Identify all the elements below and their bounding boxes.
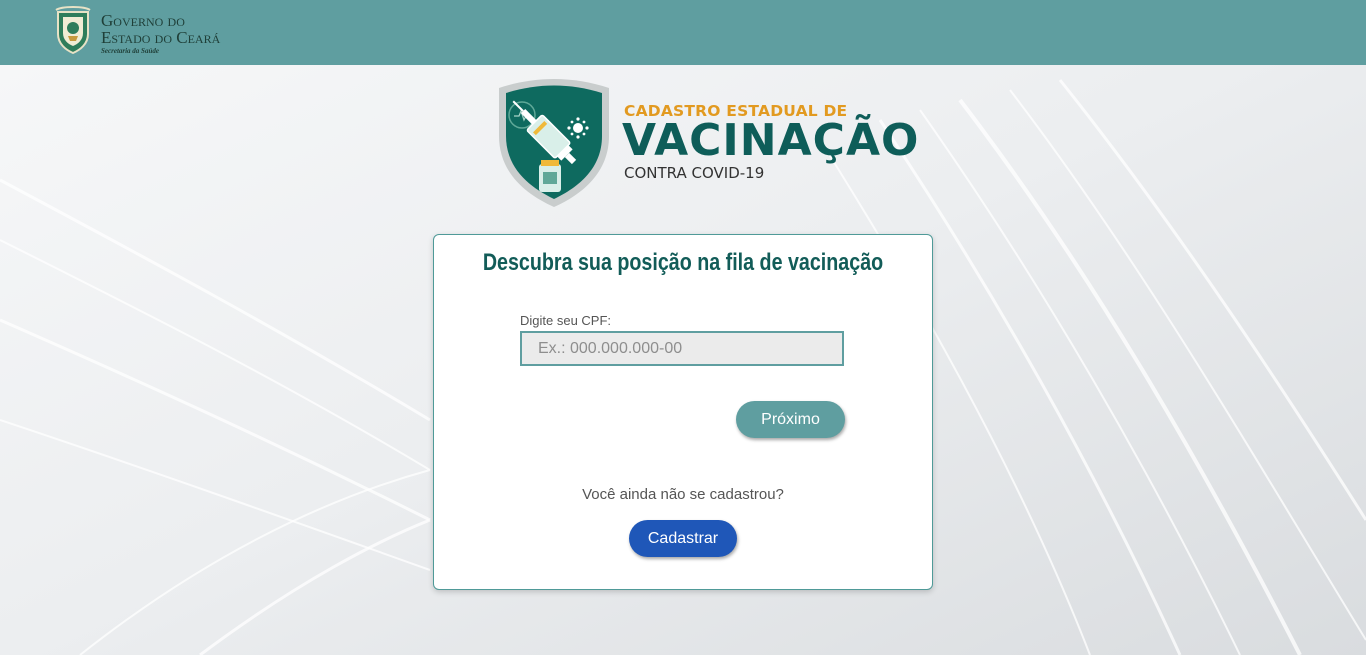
vaccine-shield-icon	[499, 79, 609, 207]
state-crest-icon	[55, 6, 91, 54]
logo-line-estado: Estado do Ceará	[101, 28, 221, 47]
next-button[interactable]: Próximo	[736, 401, 845, 438]
cpf-lookup-card: Descubra sua posição na fila de vacinaçã…	[433, 234, 933, 590]
campaign-logo: CADASTRO ESTADUAL DE VACINAÇÃO CONTRA CO…	[495, 76, 918, 210]
logo-line-secretaria: Secretaria da Saúde	[101, 47, 159, 55]
card-title: Descubra sua posição na fila de vacinaçã…	[482, 249, 884, 276]
logo-line-governo: Governo do	[101, 11, 185, 30]
not-registered-text: Você ainda não se cadastrou?	[582, 486, 784, 503]
brand-title-main: VACINAÇÃO	[622, 115, 920, 166]
government-logo[interactable]: Governo do Estado do Ceará Secretaria da…	[54, 6, 234, 58]
top-header: Governo do Estado do Ceará Secretaria da…	[0, 0, 1366, 65]
brand-subtitle: CONTRA COVID-19	[624, 164, 765, 182]
register-button[interactable]: Cadastrar	[629, 520, 737, 557]
cpf-label: Digite seu CPF:	[520, 313, 612, 328]
cpf-input[interactable]	[520, 331, 844, 366]
